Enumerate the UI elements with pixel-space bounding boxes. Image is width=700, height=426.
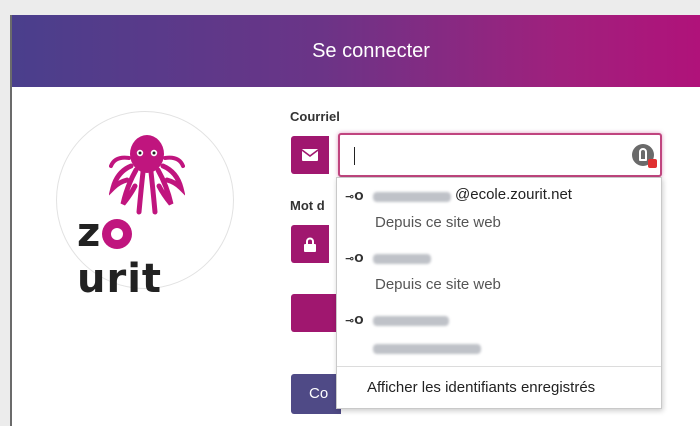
key-shape-icon [639,148,647,161]
secondary-button[interactable] [291,294,341,332]
login-source: Depuis ce site web [375,276,501,293]
screen: Se connecter zurit Courriel Mot d Co ⊸O … [0,0,700,426]
lock-icon [304,237,316,252]
login-domain: @ecole.zourit.net [455,186,572,203]
login-window: Se connecter zurit Courriel Mot d Co ⊸O … [10,15,700,426]
envelope-icon [302,149,318,161]
text-caret [354,147,355,165]
email-field[interactable] [338,133,662,177]
saved-login-item[interactable]: ⊸O @ecole.zourit.net Depuis ce site web [337,178,661,240]
email-icon-box [291,136,329,174]
logo-o-mark [102,219,133,249]
dialog-header: Se connecter [12,15,700,87]
password-manager-icon[interactable] [632,144,657,168]
dialog-title: Se connecter [312,39,430,62]
saved-login-item[interactable]: ⊸O [337,302,661,364]
redacted-source [373,344,481,354]
show-saved-logins-link[interactable]: Afficher les identifiants enregistrés [367,379,595,396]
octopus-logo-icon [109,135,185,215]
redacted-username [373,254,431,264]
zourit-logo: zurit [56,111,234,302]
redacted-username [373,192,451,202]
password-icon-box [291,225,329,263]
logo-wordmark: zurit [77,210,217,302]
redacted-username [373,316,449,326]
autocomplete-dropdown: ⊸O @ecole.zourit.net Depuis ce site web … [336,177,662,409]
logo-wordmark-part-1: z [77,210,102,256]
login-source: Depuis ce site web [375,214,501,231]
email-label: Courriel [290,109,340,124]
dropdown-divider [337,366,661,367]
key-icon: ⊸O [345,252,364,265]
logo-wordmark-part-2: urit [77,256,163,302]
key-icon: ⊸O [345,190,364,203]
connect-button[interactable]: Co [291,374,341,414]
password-label: Mot d [290,198,325,213]
saved-login-item[interactable]: ⊸O Depuis ce site web [337,240,661,302]
key-icon: ⊸O [345,314,364,327]
